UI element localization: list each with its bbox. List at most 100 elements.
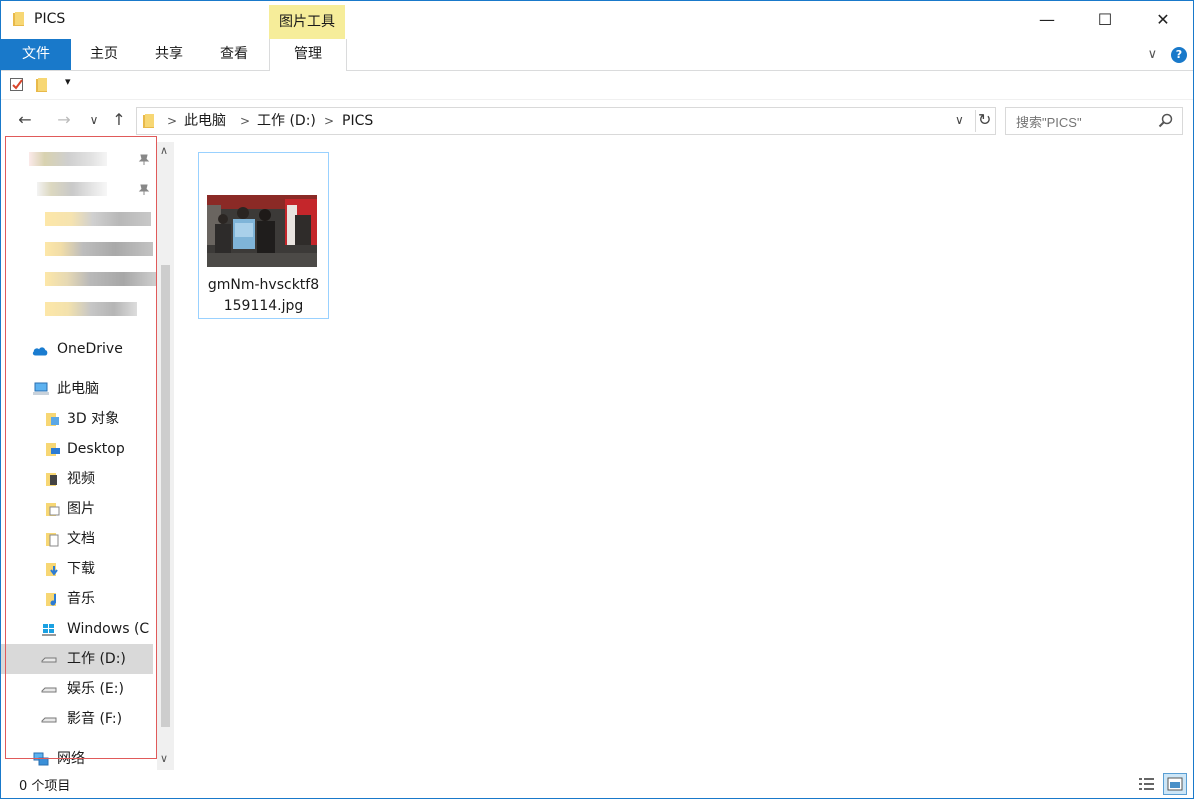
item-count: 0 个项目 [19,779,71,794]
search-input[interactable] [1014,112,1158,132]
pin-icon[interactable] [138,154,150,166]
up-button[interactable]: ↑ [107,108,131,132]
nav-item-this-pc[interactable]: 此电脑 [1,374,153,404]
nav-label-music: 音乐 [67,591,95,607]
search-box[interactable] [1005,107,1183,135]
drive-icon [41,657,57,663]
search-icon[interactable] [1158,113,1173,128]
breadcrumb-this-pc[interactable]: 此电脑 [184,108,226,134]
details-view-icon[interactable] [1138,776,1156,792]
status-bar: 0 个项目 [1,770,1193,798]
nav-item-desktop[interactable]: Desktop [1,434,153,464]
title-bar: PICS 图片工具 — ☐ ✕ [1,1,1193,39]
nav-item-drive-c[interactable]: Windows (C [1,614,153,644]
back-button[interactable]: ← [13,108,37,132]
nav-item-3d-objects[interactable]: 3D 对象 [1,404,153,434]
breadcrumb-separator-icon[interactable]: > [240,108,250,134]
nav-label-drive-f: 影音 (F:) [67,711,123,727]
ribbon-right-controls: ∨ ? [1148,39,1187,70]
nav-label-desktop: Desktop [67,441,125,457]
quick-access-item[interactable] [1,204,153,234]
nav-label-onedrive: OneDrive [57,341,123,357]
nav-label-drive-d: 工作 (D:) [67,651,126,667]
downloads-folder-icon [46,563,58,576]
nav-item-drive-f[interactable]: 影音 (F:) [1,704,153,734]
breadcrumb-drive-d[interactable]: 工作 (D:) [257,108,316,134]
nav-scrollbar[interactable]: ∧ ∨ [157,142,174,770]
quick-access-item[interactable] [1,294,153,324]
computer-icon [33,382,49,395]
nav-label-videos: 视频 [67,471,95,487]
nav-label-documents: 文档 [67,531,95,547]
file-item[interactable]: gmNm-hvscktf8 159114.jpg [198,152,329,319]
navigation-pane: OneDrive 此电脑 3D 对象 Desktop 视频 图片 文档 下载 音… [1,142,177,770]
tab-home[interactable]: 主页 [79,39,129,70]
image-thumbnail [207,195,317,267]
address-row: ← → ∨ ↑ > 此电脑 > 工作 (D:) > PICS ∨ ↻ [1,100,1193,142]
close-button[interactable]: ✕ [1134,1,1192,39]
quick-access-toolbar: ▾ [1,71,1193,100]
properties-checkbox-icon[interactable] [9,77,25,93]
recent-locations-chevron-icon[interactable]: ∨ [82,108,106,132]
quick-access-item[interactable] [1,174,153,204]
nav-item-pictures[interactable]: 图片 [1,494,153,524]
quick-access-item[interactable] [1,234,153,264]
nav-item-downloads[interactable]: 下载 [1,554,153,584]
expand-ribbon-chevron-icon[interactable]: ∨ [1148,47,1158,62]
nav-item-documents[interactable]: 文档 [1,524,153,554]
quick-access-item[interactable] [1,264,157,294]
nav-label-3d-objects: 3D 对象 [67,411,120,427]
3d-objects-folder-icon [46,413,59,426]
address-bar[interactable]: > 此电脑 > 工作 (D:) > PICS ∨ ↻ [136,107,996,135]
nav-item-drive-e[interactable]: 娱乐 (E:) [1,674,153,704]
file-explorer-window: PICS 图片工具 — ☐ ✕ 文件 主页 共享 查看 管理 ∨ ? ▾ ← →… [0,0,1194,799]
pin-icon[interactable] [138,184,150,196]
window-title: PICS [34,11,66,27]
file-name: gmNm-hvscktf8 159114.jpg [207,277,320,314]
breadcrumb-separator-icon[interactable]: > [167,108,177,134]
customize-toolbar-dropdown-icon[interactable]: ▾ [65,75,71,88]
scroll-down-icon[interactable]: ∨ [160,752,168,765]
desktop-folder-icon [46,443,60,456]
nav-label-drive-c: Windows (C [67,621,150,637]
folder-icon [143,114,154,128]
maximize-button[interactable]: ☐ [1076,1,1134,39]
onedrive-cloud-icon [32,347,48,356]
breadcrumb-pics[interactable]: PICS [342,108,373,134]
forward-button[interactable]: → [52,108,76,132]
tab-view[interactable]: 查看 [209,39,259,70]
new-folder-icon[interactable] [35,77,49,93]
music-folder-icon [46,593,56,606]
minimize-button[interactable]: — [1018,1,1076,39]
tab-file[interactable]: 文件 [1,39,71,70]
pictures-folder-icon [46,503,60,516]
nav-scrollbar-thumb[interactable] [161,265,170,727]
large-icons-view-icon[interactable] [1163,773,1187,795]
nav-label-downloads: 下载 [67,561,95,577]
nav-label-this-pc: 此电脑 [57,381,99,397]
drive-icon [41,717,57,723]
network-icon [33,752,49,766]
nav-label-pictures: 图片 [67,501,95,517]
videos-folder-icon [46,473,57,486]
nav-item-videos[interactable]: 视频 [1,464,153,494]
help-icon[interactable]: ? [1171,46,1187,63]
tab-share[interactable]: 共享 [144,39,194,70]
folder-icon [13,12,24,26]
windows-drive-icon [42,624,56,636]
breadcrumb-separator-icon[interactable]: > [324,108,334,134]
address-dropdown-chevron-icon[interactable]: ∨ [955,113,964,127]
file-list-pane[interactable]: gmNm-hvscktf8 159114.jpg [177,142,1193,770]
nav-item-onedrive[interactable]: OneDrive [1,334,153,364]
refresh-icon[interactable]: ↻ [978,110,991,129]
tab-manage[interactable]: 管理 [269,39,347,71]
quick-access-item[interactable] [1,144,153,174]
ribbon-tabs: 文件 主页 共享 查看 管理 ∨ ? [1,39,1193,71]
scroll-up-icon[interactable]: ∧ [160,144,168,157]
nav-item-drive-d[interactable]: 工作 (D:) [1,644,153,674]
documents-folder-icon [46,533,59,547]
drive-icon [41,687,57,693]
nav-item-music[interactable]: 音乐 [1,584,153,614]
nav-label-drive-e: 娱乐 (E:) [67,681,124,697]
picture-tools-context-label: 图片工具 [269,5,345,39]
